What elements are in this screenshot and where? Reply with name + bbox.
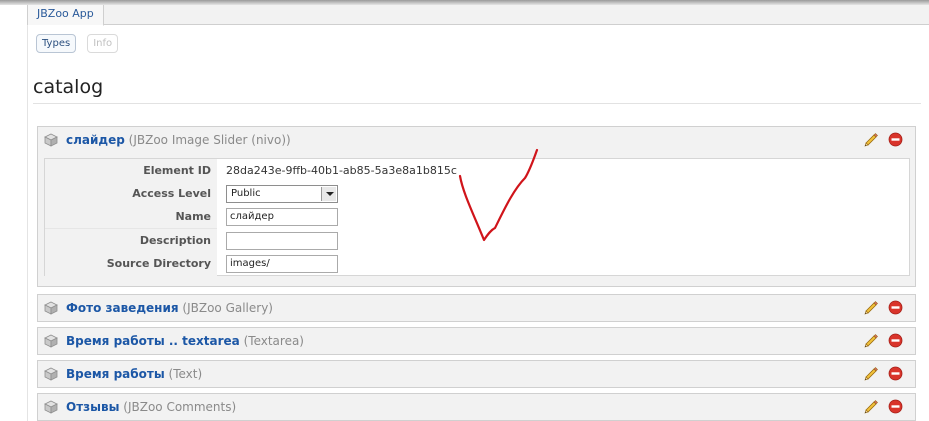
element-id-label: Element ID: [45, 159, 217, 183]
element-header[interactable]: Фото заведения (JBZoo Gallery): [38, 295, 915, 321]
name-label: Name: [45, 205, 217, 229]
pencil-icon[interactable]: [863, 399, 879, 415]
cube-icon: [44, 133, 58, 147]
access-level-value: Public: [231, 188, 261, 199]
delete-icon[interactable]: [888, 333, 903, 348]
element-header[interactable]: Время работы .. textarea (Textarea): [38, 328, 915, 354]
delete-icon[interactable]: [888, 300, 903, 315]
element-header[interactable]: Время работы (Text): [38, 361, 915, 387]
element-panel-photo: Фото заведения (JBZoo Gallery): [37, 294, 916, 322]
delete-icon[interactable]: [888, 132, 903, 147]
title-divider: [33, 103, 921, 104]
subtabs: Types Info: [36, 34, 119, 53]
cube-icon: [44, 301, 58, 315]
description-input[interactable]: [226, 232, 338, 250]
element-name-link[interactable]: Фото заведения: [66, 301, 179, 315]
element-panel-reviews: Отзывы (JBZoo Comments): [37, 393, 916, 421]
delete-icon[interactable]: [888, 366, 903, 381]
cube-icon: [44, 334, 58, 348]
element-id-value: 28da243e-9ffb-40b1-ab85-5a3e8a1b815c: [226, 164, 457, 177]
element-title: Время работы (Text): [66, 367, 202, 381]
source-directory-input[interactable]: images/: [226, 255, 338, 273]
page-title: catalog: [33, 76, 104, 98]
element-name-link[interactable]: Отзывы: [66, 400, 119, 414]
element-name-link[interactable]: Время работы: [66, 367, 165, 381]
subtab-types[interactable]: Types: [36, 34, 77, 53]
element-title: Время работы .. textarea (Textarea): [66, 334, 304, 348]
element-type: (JBZoo Gallery): [182, 301, 273, 315]
tab-jbzoo-app[interactable]: JBZoo App: [27, 5, 104, 26]
element-panel-hours-text: Время работы (Text): [37, 360, 916, 388]
name-input[interactable]: слайдер: [226, 208, 338, 226]
red-checkmark-annotation: [458, 148, 539, 242]
content-left-border: [27, 26, 28, 421]
description-label: Description: [45, 229, 217, 253]
element-header[interactable]: Отзывы (JBZoo Comments): [38, 394, 915, 420]
element-name-link[interactable]: Время работы .. textarea: [66, 334, 240, 348]
element-title: Отзывы (JBZoo Comments): [66, 400, 236, 414]
chevron-down-icon[interactable]: [321, 187, 336, 201]
subtab-info[interactable]: Info: [87, 34, 119, 53]
pencil-icon[interactable]: [863, 333, 879, 349]
cube-icon: [44, 367, 58, 381]
element-type: (Text): [168, 367, 203, 381]
pencil-icon[interactable]: [863, 300, 879, 316]
tab-strip: [100, 5, 929, 25]
element-name-link[interactable]: слайдер: [66, 133, 125, 147]
cube-icon: [44, 400, 58, 414]
element-type: (JBZoo Comments): [123, 400, 237, 414]
source-directory-label: Source Directory: [45, 252, 217, 276]
access-level-select[interactable]: Public: [226, 185, 338, 203]
element-panel-hours-textarea: Время работы .. textarea (Textarea): [37, 327, 916, 355]
access-level-label: Access Level: [45, 182, 217, 206]
delete-icon[interactable]: [888, 399, 903, 414]
element-type: (JBZoo Image Slider (nivo)): [128, 133, 291, 147]
top-bar: [0, 0, 929, 26]
pencil-icon[interactable]: [863, 132, 879, 148]
element-title: слайдер (JBZoo Image Slider (nivo)): [66, 133, 291, 147]
element-type: (Textarea): [243, 334, 304, 348]
element-title: Фото заведения (JBZoo Gallery): [66, 301, 273, 315]
property-row-source-directory: Source Directory images/: [45, 252, 909, 276]
pencil-icon[interactable]: [863, 366, 879, 382]
